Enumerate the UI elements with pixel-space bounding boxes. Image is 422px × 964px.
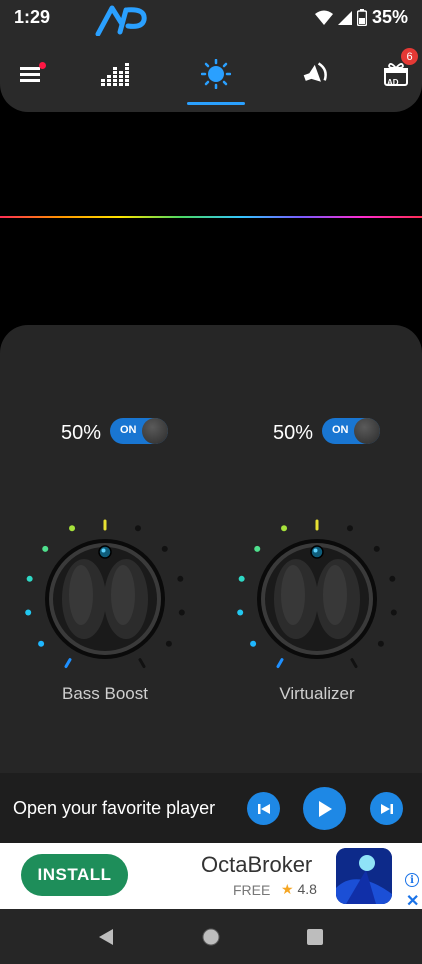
knob-tick bbox=[177, 575, 184, 582]
virtualizer-percent: 50% bbox=[273, 422, 314, 444]
knob-tick bbox=[346, 525, 353, 532]
system-nav-bar bbox=[0, 909, 422, 964]
virtualizer-knob-dial bbox=[237, 519, 397, 669]
bass-percent: 50% bbox=[61, 422, 102, 444]
previous-button[interactable] bbox=[247, 792, 280, 825]
ad-rating: ★ 4.8 bbox=[281, 881, 317, 898]
equalizer-bars-icon bbox=[101, 63, 129, 86]
play-icon bbox=[318, 800, 332, 817]
knob-indicator-glint bbox=[101, 548, 106, 553]
ad-banner[interactable]: INSTALL OctaBroker FREE ★ 4.8 i ✕ bbox=[0, 843, 422, 911]
knob-indicator-glint bbox=[313, 548, 318, 553]
knob-grip-shine bbox=[323, 565, 347, 625]
notification-dot bbox=[39, 62, 46, 69]
speaker-icon bbox=[303, 62, 327, 82]
status-time: 1:29 bbox=[14, 7, 51, 27]
wifi-icon bbox=[314, 10, 333, 25]
knob-tick bbox=[250, 640, 257, 647]
knob-tick bbox=[165, 640, 172, 647]
player-bar: Open your favorite player bbox=[0, 773, 422, 843]
battery-percent: 35% bbox=[371, 7, 408, 27]
star-icon: ★ bbox=[281, 881, 294, 897]
ad-close-icon[interactable]: ✕ bbox=[406, 891, 419, 911]
open-player-text[interactable]: Open your favorite player bbox=[13, 798, 215, 819]
knob-tick bbox=[178, 609, 185, 616]
knob-tick bbox=[134, 525, 141, 532]
recents-icon[interactable] bbox=[306, 928, 324, 946]
skip-previous-icon bbox=[257, 803, 270, 814]
knob-indicator-led bbox=[98, 545, 112, 559]
top-nav: AD 6 bbox=[0, 36, 422, 112]
virtualizer-knob[interactable] bbox=[232, 504, 402, 674]
play-button[interactable] bbox=[303, 787, 346, 830]
octabroker-logo-icon bbox=[336, 848, 392, 904]
status-icons: 35% bbox=[314, 7, 408, 28]
ad-app-title[interactable]: OctaBroker bbox=[201, 852, 312, 878]
virtualizer-label: Virtualizer bbox=[279, 684, 355, 703]
status-bar: 1:29 35% bbox=[0, 0, 422, 36]
bass-boost-label: Bass Boost bbox=[62, 684, 148, 703]
knob-grip-shine bbox=[281, 565, 305, 625]
home-icon[interactable] bbox=[200, 926, 222, 948]
ad-info-icon[interactable]: i bbox=[405, 873, 419, 887]
sun-knob-icon bbox=[201, 59, 231, 89]
tab-bass-virtualizer[interactable] bbox=[196, 54, 236, 94]
knob-grip-shine bbox=[69, 565, 93, 625]
bass-boost-knob[interactable] bbox=[20, 504, 190, 674]
tab-volume[interactable] bbox=[296, 54, 336, 94]
knob-tick bbox=[161, 545, 168, 552]
knob-tick-major bbox=[138, 658, 146, 669]
back-icon[interactable] bbox=[97, 928, 115, 946]
tab-equalizer[interactable] bbox=[95, 54, 135, 94]
bass-toggle-knob bbox=[142, 418, 168, 444]
knob-tick bbox=[254, 545, 261, 552]
knob-indicator-led bbox=[310, 545, 324, 559]
next-button[interactable] bbox=[370, 792, 403, 825]
knob-tick-major bbox=[350, 658, 358, 669]
virtualizer-toggle[interactable]: ON bbox=[322, 418, 380, 444]
knob-tick bbox=[237, 609, 244, 616]
knob-tick bbox=[281, 525, 288, 532]
skip-next-icon bbox=[380, 803, 393, 814]
spectrum-line bbox=[0, 216, 422, 218]
signal-icon bbox=[337, 10, 352, 25]
gift-ad-label: AD bbox=[387, 78, 399, 87]
bass-toggle[interactable]: ON bbox=[110, 418, 168, 444]
knob-tick bbox=[238, 575, 245, 582]
knob-tick bbox=[26, 575, 33, 582]
install-button[interactable]: INSTALL bbox=[21, 854, 128, 896]
knob-tick bbox=[42, 545, 49, 552]
tab-ads-gift[interactable]: AD 6 bbox=[376, 48, 418, 94]
bass-knob-dial bbox=[25, 519, 185, 669]
ad-app-icon[interactable] bbox=[336, 848, 392, 904]
battery-icon bbox=[356, 9, 367, 26]
knob-tick-major bbox=[64, 658, 72, 669]
knob-tick bbox=[38, 640, 45, 647]
knob-tick bbox=[25, 609, 32, 616]
virtualizer-toggle-label: ON bbox=[332, 424, 349, 436]
active-tab-indicator bbox=[187, 102, 245, 105]
ad-rating-value: 4.8 bbox=[297, 881, 317, 897]
ad-price: FREE bbox=[233, 882, 271, 898]
knob-grip-shine bbox=[111, 565, 135, 625]
knob-tick-major bbox=[276, 658, 284, 669]
virtualizer-toggle-knob bbox=[354, 418, 380, 444]
knob-tick bbox=[389, 575, 396, 582]
knob-tick bbox=[377, 640, 384, 647]
ads-count-badge: 6 bbox=[401, 48, 418, 65]
menu-button[interactable] bbox=[12, 54, 52, 94]
knob-tick bbox=[373, 545, 380, 552]
knob-tick bbox=[390, 609, 397, 616]
knob-tick bbox=[69, 525, 76, 532]
bass-toggle-label: ON bbox=[120, 424, 137, 436]
